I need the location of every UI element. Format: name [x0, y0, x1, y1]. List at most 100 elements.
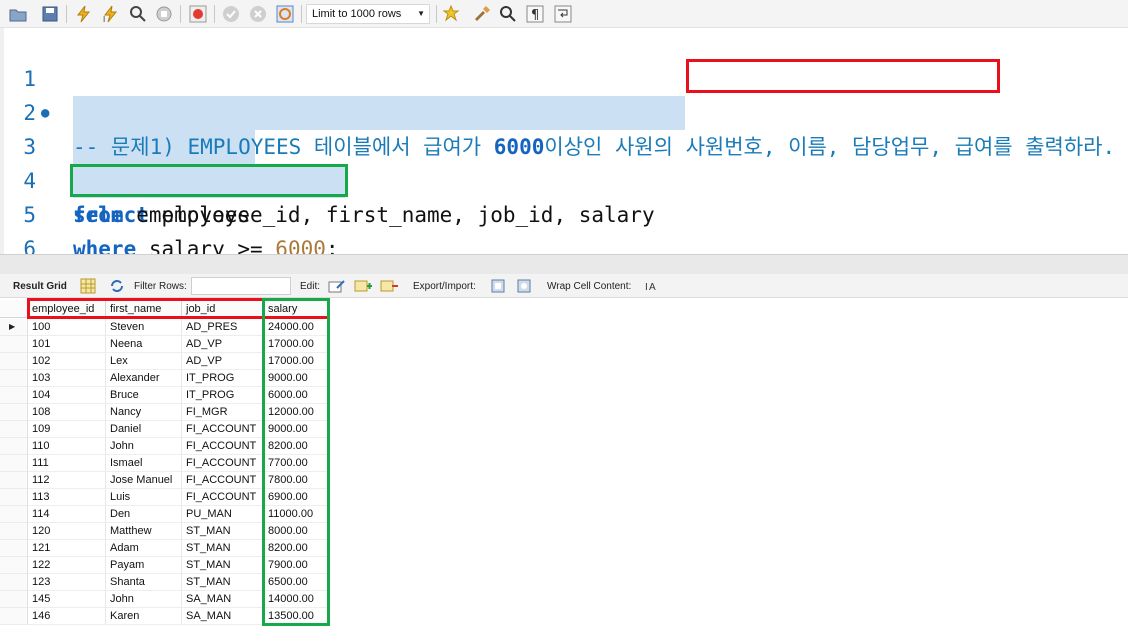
cell-employee-id[interactable]: 121 [28, 540, 106, 557]
cell-job-id[interactable]: FI_ACCOUNT [182, 472, 264, 489]
cell-job-id[interactable]: AD_VP [182, 336, 264, 353]
cell-first-name[interactable]: Luis [106, 489, 182, 506]
cell-job-id[interactable]: ST_MAN [182, 523, 264, 540]
beautify-icon[interactable] [472, 4, 492, 24]
cell-first-name[interactable]: Adam [106, 540, 182, 557]
cell-employee-id[interactable]: 112 [28, 472, 106, 489]
wrap-icon[interactable] [553, 4, 573, 24]
row-selector[interactable] [0, 506, 28, 523]
cell-first-name[interactable]: Karen [106, 608, 182, 625]
result-grid-tab[interactable]: Result Grid [13, 281, 67, 292]
cell-first-name[interactable]: Shanta [106, 574, 182, 591]
row-selector[interactable] [0, 591, 28, 608]
row-selector[interactable] [0, 370, 28, 387]
row-selector[interactable] [0, 455, 28, 472]
cell-job-id[interactable]: PU_MAN [182, 506, 264, 523]
cell-first-name[interactable]: Den [106, 506, 182, 523]
commit-icon[interactable] [221, 4, 241, 24]
row-selector[interactable] [0, 404, 28, 421]
cell-employee-id[interactable]: 145 [28, 591, 106, 608]
cell-first-name[interactable]: John [106, 438, 182, 455]
filter-rows-input[interactable] [191, 277, 291, 295]
cell-job-id[interactable]: IT_PROG [182, 370, 264, 387]
refresh-icon[interactable] [108, 278, 126, 294]
cell-employee-id[interactable]: 122 [28, 557, 106, 574]
cell-first-name[interactable]: Steven [106, 319, 182, 336]
cell-job-id[interactable]: SA_MAN [182, 591, 264, 608]
grid-view-icon[interactable] [80, 278, 98, 294]
cell-job-id[interactable]: IT_PROG [182, 387, 264, 404]
find-icon[interactable] [498, 4, 518, 24]
cell-job-id[interactable]: AD_PRES [182, 319, 264, 336]
cell-first-name[interactable]: Matthew [106, 523, 182, 540]
cell-job-id[interactable]: FI_ACCOUNT [182, 455, 264, 472]
panel-splitter[interactable] [0, 254, 1128, 274]
stop-icon[interactable] [154, 4, 174, 24]
cell-first-name[interactable]: Ismael [106, 455, 182, 472]
add-row-icon[interactable] [354, 278, 372, 294]
save-icon[interactable] [40, 4, 60, 24]
cell-job-id[interactable]: FI_ACCOUNT [182, 421, 264, 438]
row-selector[interactable] [0, 472, 28, 489]
cell-employee-id[interactable]: 120 [28, 523, 106, 540]
cell-employee-id[interactable]: 100 [28, 319, 106, 336]
import-icon[interactable] [516, 278, 534, 294]
row-selector[interactable] [0, 489, 28, 506]
open-folder-icon[interactable] [8, 4, 28, 24]
bookmark-icon[interactable] [441, 4, 461, 24]
cell-job-id[interactable]: AD_VP [182, 353, 264, 370]
cell-first-name[interactable]: Payam [106, 557, 182, 574]
cell-first-name[interactable]: John [106, 591, 182, 608]
rollback-icon[interactable] [248, 4, 268, 24]
row-selector[interactable] [0, 557, 28, 574]
row-selector[interactable] [0, 574, 28, 591]
cell-job-id[interactable]: ST_MAN [182, 540, 264, 557]
cell-job-id[interactable]: ST_MAN [182, 557, 264, 574]
invisible-chars-icon[interactable]: ¶ [525, 4, 545, 24]
wrap-cell-icon[interactable]: IA [644, 278, 662, 294]
execute-icon[interactable] [74, 4, 94, 24]
row-selector[interactable] [0, 387, 28, 404]
execute-current-icon[interactable]: I [101, 4, 121, 24]
row-selector[interactable] [0, 438, 28, 455]
cell-job-id[interactable]: FI_ACCOUNT [182, 438, 264, 455]
cell-first-name[interactable]: Bruce [106, 387, 182, 404]
cell-employee-id[interactable]: 102 [28, 353, 106, 370]
cell-employee-id[interactable]: 109 [28, 421, 106, 438]
explain-icon[interactable] [128, 4, 148, 24]
cell-employee-id[interactable]: 123 [28, 574, 106, 591]
cell-employee-id[interactable]: 111 [28, 455, 106, 472]
row-selector[interactable] [0, 540, 28, 557]
row-selector[interactable] [0, 353, 28, 370]
row-selector[interactable]: ▶ [0, 319, 28, 336]
cell-first-name[interactable]: Jose Manuel [106, 472, 182, 489]
cell-job-id[interactable]: FI_MGR [182, 404, 264, 421]
cell-employee-id[interactable]: 103 [28, 370, 106, 387]
cell-employee-id[interactable]: 114 [28, 506, 106, 523]
limit-rows-select[interactable]: Limit to 1000 rows ▼ [306, 4, 430, 24]
cell-first-name[interactable]: Daniel [106, 421, 182, 438]
row-selector[interactable] [0, 336, 28, 353]
cell-first-name[interactable]: Nancy [106, 404, 182, 421]
autocommit-icon[interactable] [275, 4, 295, 24]
cell-employee-id[interactable]: 108 [28, 404, 106, 421]
sql-editor[interactable]: 1 2 -- 문제1) EMPLOYEES 테이블에서 급여가 6000이상인 … [0, 28, 1128, 254]
row-selector[interactable] [0, 421, 28, 438]
edit-row-icon[interactable] [328, 278, 346, 294]
toggle-error-icon[interactable] [188, 4, 208, 24]
cell-employee-id[interactable]: 110 [28, 438, 106, 455]
cell-job-id[interactable]: ST_MAN [182, 574, 264, 591]
export-icon[interactable] [490, 278, 508, 294]
cell-job-id[interactable]: SA_MAN [182, 608, 264, 625]
result-grid[interactable]: employee_id first_name job_id salary ▶ 10… [0, 298, 1128, 628]
cell-employee-id[interactable]: 101 [28, 336, 106, 353]
row-selector[interactable] [0, 608, 28, 625]
cell-first-name[interactable]: Lex [106, 353, 182, 370]
cell-employee-id[interactable]: 113 [28, 489, 106, 506]
cell-employee-id[interactable]: 146 [28, 608, 106, 625]
cell-employee-id[interactable]: 104 [28, 387, 106, 404]
delete-row-icon[interactable] [380, 278, 398, 294]
cell-first-name[interactable]: Alexander [106, 370, 182, 387]
cell-job-id[interactable]: FI_ACCOUNT [182, 489, 264, 506]
row-selector[interactable] [0, 523, 28, 540]
